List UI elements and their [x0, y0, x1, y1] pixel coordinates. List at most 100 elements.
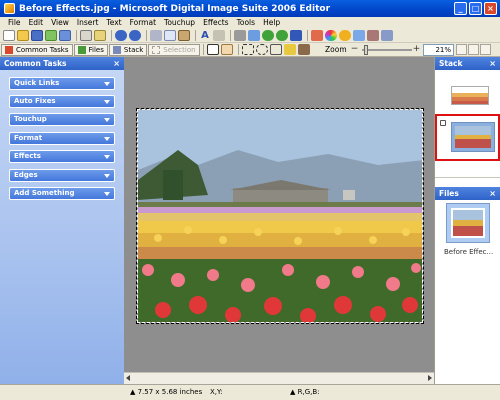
close-icon[interactable]: ×	[113, 57, 120, 70]
menu-format[interactable]: Format	[126, 17, 160, 29]
minimize-button[interactable]: _	[454, 2, 467, 15]
email-icon[interactable]	[94, 30, 106, 41]
menu-tools[interactable]: Tools	[233, 17, 259, 29]
stack-header: Stack ×	[435, 57, 500, 70]
files-icon	[77, 45, 86, 54]
scan-icon[interactable]	[45, 30, 57, 41]
file-thumbnail-image	[451, 208, 485, 238]
crop-icon[interactable]	[290, 30, 302, 41]
menu-edit[interactable]: Edit	[25, 17, 48, 29]
task-label: Edges	[14, 171, 38, 179]
zoom-slider-track[interactable]	[362, 49, 412, 51]
copy-icon[interactable]	[164, 30, 176, 41]
toolbar-separator	[230, 30, 231, 41]
print-icon[interactable]	[80, 30, 92, 41]
color-wheel-icon[interactable]	[325, 30, 337, 41]
zoom-value-field[interactable]: 21%	[423, 44, 454, 56]
image-canvas[interactable]	[124, 57, 434, 372]
horizontal-scrollbar[interactable]	[124, 372, 434, 384]
tab-files[interactable]: Files	[73, 43, 108, 56]
toolbar-separator	[111, 30, 112, 41]
zoom-out-button[interactable]: −	[350, 44, 359, 55]
tab-stack-label: Stack	[123, 45, 144, 54]
camera-icon[interactable]	[59, 30, 71, 41]
task-effects[interactable]: Effects	[9, 150, 115, 163]
menu-view[interactable]: View	[47, 17, 73, 29]
file-thumbnail[interactable]	[446, 203, 490, 243]
close-icon[interactable]: ×	[489, 57, 496, 70]
tab-common-tasks[interactable]: Common Tasks	[1, 43, 73, 56]
flip-icon[interactable]	[234, 30, 246, 41]
scroll-left-icon[interactable]	[126, 375, 130, 381]
window-controls: _ □ ×	[454, 2, 497, 15]
actual-size-icon[interactable]	[468, 44, 479, 55]
toolbar-separator	[202, 44, 204, 55]
pointer-icon[interactable]	[206, 44, 219, 55]
task-quick-links[interactable]: Quick Links	[9, 77, 115, 90]
rotate-left-icon[interactable]	[262, 30, 274, 41]
menu-bar: File Edit View Insert Text Format Touchu…	[0, 17, 500, 29]
tulip-field-photo[interactable]	[136, 108, 424, 324]
tab-stack[interactable]: Stack	[108, 43, 148, 56]
task-label: Add Something	[14, 189, 75, 197]
pan-icon[interactable]	[480, 44, 491, 55]
rectangle-select-icon[interactable]	[241, 44, 254, 55]
selection-icon	[152, 45, 161, 54]
task-auto-fixes[interactable]: Auto Fixes	[9, 95, 115, 108]
photo-image	[138, 110, 422, 322]
chevron-down-icon	[104, 82, 110, 86]
task-touchup[interactable]: Touchup	[9, 113, 115, 126]
mirror-icon[interactable]	[248, 30, 260, 41]
task-format[interactable]: Format	[9, 132, 115, 145]
fit-icon[interactable]	[456, 44, 467, 55]
menu-effects[interactable]: Effects	[199, 17, 233, 29]
task-label: Auto Fixes	[14, 97, 56, 105]
chevron-down-icon	[104, 100, 110, 104]
redo-icon[interactable]	[129, 30, 141, 41]
text-icon[interactable]: A	[199, 30, 211, 41]
menu-file[interactable]: File	[4, 17, 25, 29]
close-button[interactable]: ×	[484, 2, 497, 15]
brightness-icon[interactable]	[339, 30, 351, 41]
scroll-right-icon[interactable]	[428, 375, 432, 381]
task-add-something[interactable]: Add Something	[9, 187, 115, 200]
menu-text[interactable]: Text	[102, 17, 125, 29]
brush-select-icon[interactable]	[297, 44, 310, 55]
tab-selection[interactable]: Selection	[148, 43, 200, 56]
toolbar-separator	[307, 30, 308, 41]
paste-icon[interactable]	[178, 30, 190, 41]
files-section: Files ×	[435, 187, 500, 200]
image-icon[interactable]	[311, 30, 323, 41]
stack-layer-selected[interactable]	[435, 114, 500, 161]
new-icon[interactable]	[3, 30, 15, 41]
zoom-slider-thumb[interactable]	[364, 45, 368, 55]
xy-readout: X,Y:	[210, 388, 223, 396]
task-edges[interactable]: Edges	[9, 169, 115, 182]
zoom-in-button[interactable]: +	[412, 44, 421, 55]
undo-icon[interactable]	[115, 30, 127, 41]
lock-icon[interactable]	[440, 120, 446, 126]
stack-layer-thumbnail[interactable]	[451, 86, 489, 105]
rotate-right-icon[interactable]	[276, 30, 288, 41]
close-icon[interactable]: ×	[489, 187, 496, 200]
menu-insert[interactable]: Insert	[73, 17, 103, 29]
zoom-view-buttons	[456, 44, 491, 55]
touchup-icon[interactable]	[367, 30, 379, 41]
menu-help[interactable]: Help	[259, 17, 284, 29]
menu-touchup[interactable]: Touchup	[160, 17, 199, 29]
paintbrush-icon[interactable]	[213, 30, 225, 41]
cut-icon[interactable]	[150, 30, 162, 41]
files-title: Files	[439, 189, 459, 198]
magic-wand-icon[interactable]	[283, 44, 296, 55]
save-icon[interactable]	[31, 30, 43, 41]
edge-finder-icon[interactable]	[269, 44, 282, 55]
toolbar-separator	[195, 30, 196, 41]
stack-icon[interactable]	[381, 30, 393, 41]
effects-icon[interactable]	[353, 30, 365, 41]
lasso-icon[interactable]	[255, 44, 268, 55]
open-icon[interactable]	[17, 30, 29, 41]
app-window: Before Effects.jpg - Microsoft Digital I…	[0, 0, 500, 400]
hand-icon[interactable]	[220, 44, 233, 55]
maximize-button[interactable]: □	[469, 2, 482, 15]
stack-layer-thumbnail	[451, 122, 495, 152]
